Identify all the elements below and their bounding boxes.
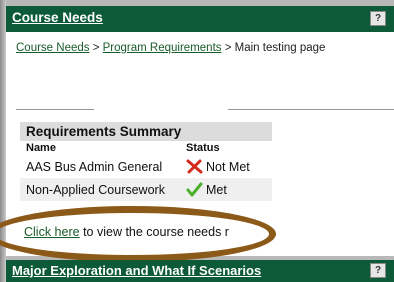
summary-title: Requirements Summary bbox=[20, 122, 272, 141]
breadcrumb-separator: > bbox=[224, 42, 232, 54]
major-exploration-header: Major Exploration and What If Scenarios … bbox=[6, 260, 394, 282]
help-button[interactable]: ? bbox=[370, 263, 386, 278]
divider bbox=[16, 109, 94, 110]
table-row: Non-Applied Coursework Met bbox=[20, 178, 272, 201]
summary-header-row: Name Status bbox=[20, 141, 272, 155]
course-needs-title-link[interactable]: Course Needs bbox=[12, 10, 103, 25]
column-header-status: Status bbox=[186, 142, 220, 154]
breadcrumb-current: Main testing page bbox=[234, 42, 326, 54]
check-mark-icon bbox=[186, 182, 203, 197]
requirement-status: Met bbox=[186, 182, 272, 197]
major-exploration-title-link[interactable]: Major Exploration and What If Scenarios bbox=[12, 263, 261, 278]
requirements-summary-table: Requirements Summary Name Status AAS Bus… bbox=[20, 122, 272, 201]
divider bbox=[228, 109, 394, 110]
breadcrumb-separator: > bbox=[92, 42, 100, 54]
requirement-status: Not Met bbox=[186, 159, 272, 174]
table-row: AAS Bus Admin General Not Met bbox=[20, 155, 272, 178]
column-header-name: Name bbox=[26, 142, 56, 154]
breadcrumb-program-requirements[interactable]: Program Requirements bbox=[103, 42, 222, 54]
view-course-needs-line: Click here to view the course needs r bbox=[24, 225, 229, 239]
help-button[interactable]: ? bbox=[370, 11, 386, 26]
breadcrumb-course-needs[interactable]: Course Needs bbox=[16, 42, 90, 54]
requirement-name: AAS Bus Admin General bbox=[26, 159, 163, 174]
view-course-needs-text: to view the course needs r bbox=[83, 225, 229, 239]
requirement-name: Non-Applied Coursework bbox=[26, 182, 165, 197]
course-needs-header: Course Needs ? bbox=[6, 6, 394, 32]
breadcrumb: Course Needs > Program Requirements > Ma… bbox=[16, 42, 325, 54]
course-needs-panel: Course Needs ? Course Needs > Program Re… bbox=[0, 6, 394, 262]
click-here-link[interactable]: Click here bbox=[24, 225, 80, 239]
x-mark-icon bbox=[186, 159, 203, 174]
status-text: Not Met bbox=[206, 159, 250, 174]
status-text: Met bbox=[206, 182, 227, 197]
